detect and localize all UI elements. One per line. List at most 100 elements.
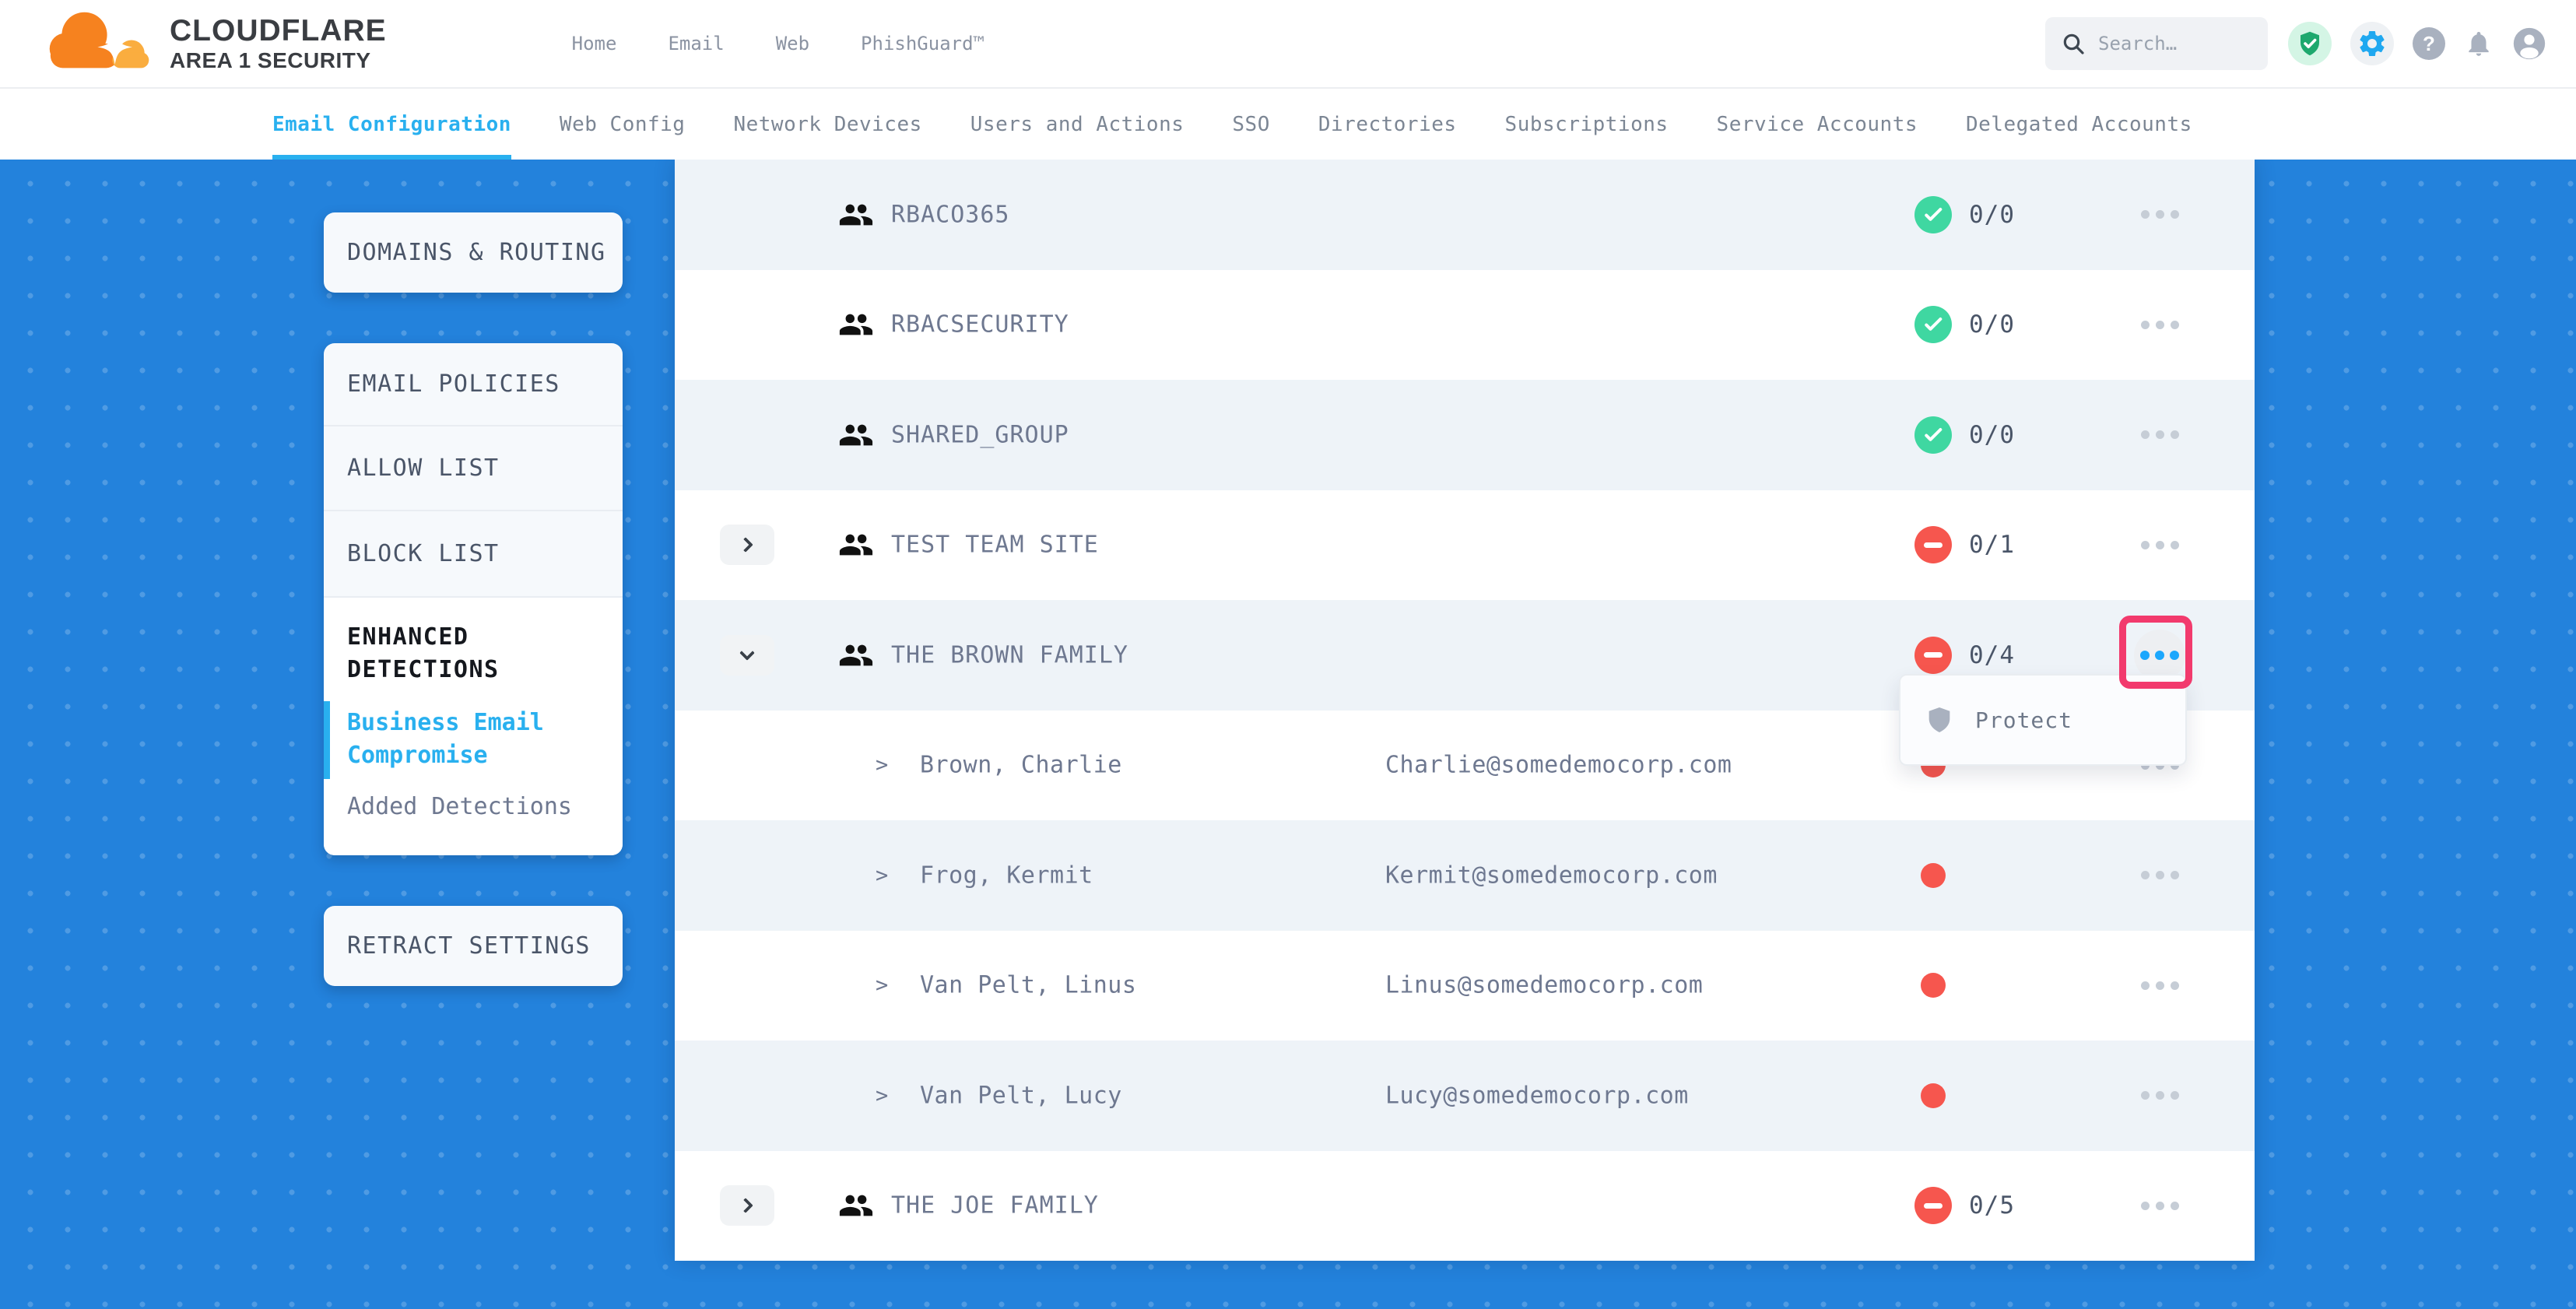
tab-delegated-accounts[interactable]: Delegated Accounts xyxy=(1966,89,2192,160)
tab-email-configuration[interactable]: Email Configuration xyxy=(272,89,511,160)
tab-web-config[interactable]: Web Config xyxy=(560,89,686,160)
sidebar-policies-card: EMAIL POLICIESALLOW LISTBLOCK LIST ENHAN… xyxy=(324,343,623,855)
row-menu-button[interactable] xyxy=(2121,188,2199,242)
ellipsis-dot xyxy=(2141,210,2150,219)
ellipsis-dot xyxy=(2156,1202,2164,1210)
group-icon xyxy=(838,527,874,563)
chevron-right-icon[interactable]: > xyxy=(876,753,888,777)
sidebar-item-email-policies[interactable]: EMAIL POLICIES xyxy=(324,343,623,426)
main-nav: Home Email Web PhishGuard™ xyxy=(572,33,984,54)
ellipsis-dot xyxy=(2141,1202,2150,1210)
sidebar-section-enhanced-detections: ENHANCED DETECTIONS Business Email Compr… xyxy=(324,598,623,855)
logo-text: CLOUDFLARE AREA 1 SECURITY xyxy=(170,16,387,72)
protection-count: 0/1 xyxy=(1969,531,2015,559)
tab-service-accounts[interactable]: Service Accounts xyxy=(1717,89,1918,160)
status-blocked-badge xyxy=(1914,526,1952,563)
gear-icon[interactable] xyxy=(2350,22,2394,65)
tab-users-and-actions[interactable]: Users and Actions xyxy=(970,89,1184,160)
group-name: RBACSECURITY xyxy=(891,311,1069,339)
status-dot xyxy=(1921,863,1946,888)
sidebar-item-added-detections[interactable]: Added Detections xyxy=(347,791,599,823)
row-menu-button[interactable] xyxy=(2121,408,2199,462)
expand-toggle-button[interactable] xyxy=(720,1185,774,1226)
table-row-member: >Van Pelt, LinusLinus@somedemocorp.com xyxy=(675,931,2255,1041)
group-icon xyxy=(838,1188,874,1223)
sidebar-item-allow-list[interactable]: ALLOW LIST xyxy=(324,426,623,511)
nav-item-email[interactable]: Email xyxy=(668,33,724,54)
ellipsis-dot xyxy=(2141,541,2150,549)
group-icon xyxy=(838,197,874,233)
group-name: SHARED_GROUP xyxy=(891,421,1069,448)
group-name: THE JOE FAMILY xyxy=(891,1192,1099,1220)
group-name: RBACO365 xyxy=(891,201,1010,228)
status-blocked-badge xyxy=(1914,1187,1952,1224)
sidebar-item-block-list[interactable]: BLOCK LIST xyxy=(324,511,623,598)
search-input[interactable] xyxy=(2098,33,2252,54)
expand-toggle-button[interactable] xyxy=(720,635,774,676)
row-menu-button[interactable] xyxy=(2121,1178,2199,1233)
chevron-right-icon[interactable]: > xyxy=(876,863,888,887)
tab-subscriptions[interactable]: Subscriptions xyxy=(1505,89,1669,160)
member-name: Brown, Charlie xyxy=(920,752,1122,779)
protection-count: 0/4 xyxy=(1969,641,2015,669)
chevron-right-icon[interactable]: > xyxy=(876,974,888,998)
row-menu-button[interactable] xyxy=(2121,297,2199,352)
chevron-right-icon xyxy=(738,537,753,553)
enhanced-detections-title: ENHANCED DETECTIONS xyxy=(347,621,588,686)
shield-check-icon[interactable] xyxy=(2288,22,2332,65)
section-tabbar: Email Configuration Web Config Network Dev… xyxy=(0,87,2576,160)
status-dot xyxy=(1921,973,1946,998)
ellipsis-dot xyxy=(2141,981,2150,990)
header-right: ? xyxy=(2045,17,2546,70)
ellipsis-dot xyxy=(2171,321,2179,329)
minus-icon xyxy=(1924,652,1943,658)
group-icon xyxy=(838,637,874,673)
tab-directories[interactable]: Directories xyxy=(1318,89,1457,160)
active-item-indicator xyxy=(324,701,330,779)
tab-sso[interactable]: SSO xyxy=(1232,89,1269,160)
tab-network-devices[interactable]: Network Devices xyxy=(733,89,921,160)
row-menu-button[interactable] xyxy=(2121,518,2199,572)
sidebar-item-domains-routing[interactable]: DOMAINS & ROUTING xyxy=(324,212,623,293)
cloudflare-logo[interactable]: CLOUDFLARE AREA 1 SECURITY xyxy=(44,7,387,80)
avatar-icon[interactable] xyxy=(2512,26,2546,61)
ellipsis-dot xyxy=(2171,871,2179,879)
group-icon xyxy=(838,307,874,342)
row-menu-button[interactable] xyxy=(2121,1069,2199,1123)
protection-count: 0/5 xyxy=(1969,1191,2015,1220)
ellipsis-dot xyxy=(2141,430,2150,439)
table-row-group: RBACSECURITY0/0 xyxy=(675,270,2255,381)
enhanced-detections-items: Business Email Compromise Added Detection… xyxy=(347,707,599,823)
chevron-right-icon[interactable]: > xyxy=(876,1083,888,1107)
help-icon[interactable]: ? xyxy=(2413,27,2445,60)
search-box[interactable] xyxy=(2045,17,2268,70)
table-row-member: >Frog, KermitKermit@somedemocorp.com xyxy=(675,820,2255,931)
sidebar-policy-items: EMAIL POLICIESALLOW LISTBLOCK LIST xyxy=(324,343,623,598)
ellipsis-dot xyxy=(2171,981,2179,990)
status-dot xyxy=(1921,1083,1946,1108)
group-name: THE BROWN FAMILY xyxy=(891,641,1128,669)
status-blocked-badge xyxy=(1914,637,1952,674)
popover-item-label: Protect xyxy=(1975,707,2072,733)
member-name: Van Pelt, Linus xyxy=(920,972,1136,999)
row-menu-button[interactable] xyxy=(2121,958,2199,1012)
nav-item-home[interactable]: Home xyxy=(572,33,617,54)
nav-item-phishguard[interactable]: PhishGuard™ xyxy=(861,33,984,54)
member-email: Kermit@somedemocorp.com xyxy=(1385,862,1718,889)
minus-icon xyxy=(1924,1203,1943,1209)
sidebar-item-business-email-compromise[interactable]: Business Email Compromise xyxy=(347,707,581,772)
bell-icon[interactable] xyxy=(2464,29,2494,58)
row-menu-button[interactable] xyxy=(2121,848,2199,903)
member-name: Van Pelt, Lucy xyxy=(920,1082,1122,1109)
table-row-group: THE JOE FAMILY 0/5 xyxy=(675,1151,2255,1262)
ellipsis-dot xyxy=(2156,541,2164,549)
nav-item-web[interactable]: Web xyxy=(776,33,809,54)
status-check-badge xyxy=(1914,416,1952,454)
ellipsis-dot xyxy=(2171,430,2179,439)
table-row-group: TEST TEAM SITE0/1 xyxy=(675,490,2255,601)
expand-toggle-button[interactable] xyxy=(720,525,774,565)
header-icon-group: ? xyxy=(2288,22,2546,65)
popover-item-protect[interactable]: Protect xyxy=(1900,706,2185,734)
sidebar-item-retract-settings[interactable]: RETRACT SETTINGS xyxy=(324,906,623,986)
ellipsis-dot xyxy=(2156,1091,2164,1100)
